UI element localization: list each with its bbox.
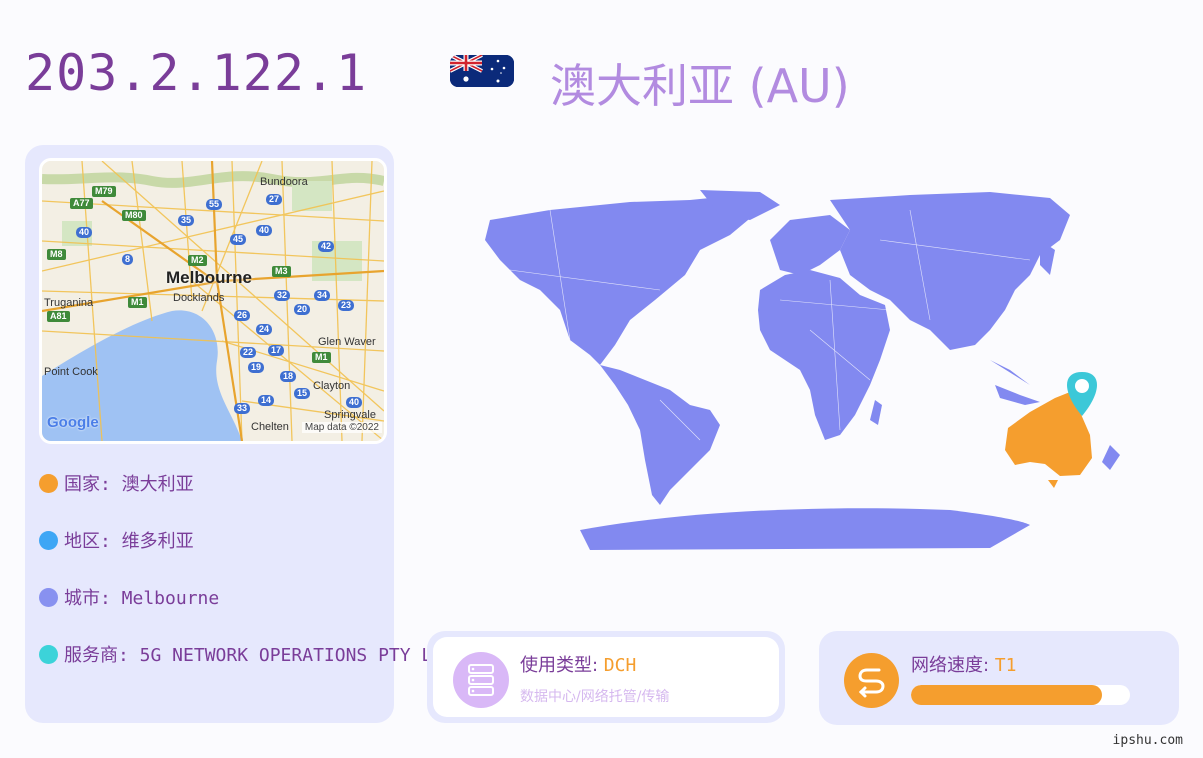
city-mini-map[interactable]: Melbourne Bundoora Docklands Truganina G… — [39, 158, 387, 444]
route-shield: M80 — [122, 210, 146, 221]
route-shield: M8 — [47, 249, 66, 260]
speed-icon — [844, 653, 899, 708]
route-shield: 40 — [346, 397, 363, 408]
route-shield: 34 — [314, 290, 331, 301]
network-speed-label: 网络速度: T1 — [911, 651, 1016, 677]
mini-map-place-docklands: Docklands — [173, 292, 225, 304]
mini-map-place-clayton: Clayton — [313, 380, 351, 392]
location-info-panel: Melbourne Bundoora Docklands Truganina G… — [25, 145, 454, 723]
info-city-text: 城市: Melbourne — [64, 588, 220, 609]
server-icon — [453, 652, 509, 708]
usage-type-description: 数据中心/网络托管/传输 — [520, 689, 670, 705]
route-shield: 40 — [76, 227, 93, 238]
route-shield: M3 — [272, 266, 291, 277]
world-map — [430, 180, 1160, 560]
route-shield: 22 — [240, 347, 257, 358]
site-watermark: ipshu.com — [1112, 733, 1183, 748]
route-shield: 20 — [294, 304, 311, 315]
info-region: 地区: 维多利亚 — [39, 527, 194, 553]
route-shield: M1 — [312, 352, 331, 363]
region-dot — [39, 531, 58, 550]
route-shield: 26 — [234, 310, 251, 321]
mini-map-place-bundoora: Bundoora — [260, 176, 308, 188]
mini-map-place-glen-waver: Glen Waver — [318, 336, 376, 348]
route-shield: 33 — [234, 403, 251, 414]
network-speed-title: 网络速度: — [911, 655, 995, 676]
route-shield: 18 — [280, 371, 297, 382]
route-shield: A81 — [47, 311, 70, 322]
info-country: 国家: 澳大利亚 — [39, 470, 194, 496]
network-speed-value: T1 — [994, 655, 1017, 676]
route-shield: A77 — [70, 198, 93, 209]
ip-address: 203.2.122.1 — [25, 44, 368, 102]
route-shield: 15 — [294, 388, 311, 399]
info-city: 城市: Melbourne — [39, 584, 219, 610]
info-country-text: 国家: 澳大利亚 — [64, 474, 194, 495]
route-shield: M79 — [92, 186, 116, 197]
mini-map-place-springvale: Springvale — [324, 409, 376, 421]
route-shield: 42 — [318, 241, 335, 252]
route-shield: M2 — [188, 255, 207, 266]
google-logo: Google — [47, 414, 99, 431]
country-dot — [39, 474, 58, 493]
country-title: 澳大利亚 (AU) — [550, 59, 850, 113]
network-speed-bar — [911, 685, 1130, 705]
usage-type-card: 使用类型: DCH 数据中心/网络托管/传输 — [427, 631, 785, 723]
map-attribution: Map data ©2022 — [301, 422, 382, 433]
route-shield: 17 — [268, 345, 285, 356]
mini-map-place-point-cook: Point Cook — [44, 366, 98, 378]
city-dot — [39, 588, 58, 607]
route-shield: 19 — [248, 362, 265, 373]
network-speed-card: 网络速度: T1 — [819, 631, 1179, 725]
usage-type-value: DCH — [603, 655, 637, 676]
route-shield: 45 — [230, 234, 247, 245]
route-shield: M1 — [128, 297, 147, 308]
info-region-text: 地区: 维多利亚 — [64, 531, 194, 552]
route-shield: 40 — [256, 225, 273, 236]
route-shield: 27 — [266, 194, 283, 205]
info-isp-text: 服务商: 5G NETWORK OPERATIONS PTY LTD — [64, 645, 454, 666]
route-shield: 32 — [274, 290, 291, 301]
mini-map-city-label: Melbourne — [166, 268, 252, 287]
route-shield: 14 — [258, 395, 275, 406]
info-isp: 服务商: 5G NETWORK OPERATIONS PTY LTD — [39, 641, 454, 667]
route-shield: 23 — [338, 300, 355, 311]
route-shield: 8 — [122, 254, 134, 265]
mini-map-place-truganina: Truganina — [44, 297, 94, 309]
route-shield: 35 — [178, 215, 195, 226]
isp-dot — [39, 645, 58, 664]
network-speed-bar-fill — [911, 685, 1102, 705]
route-shield: 24 — [256, 324, 273, 335]
route-shield: 55 — [206, 199, 223, 210]
mini-map-place-chelten: Chelten — [251, 421, 289, 433]
usage-type-label: 使用类型: DCH — [520, 651, 636, 677]
usage-type-title: 使用类型: — [520, 655, 604, 676]
australia-flag-icon — [450, 55, 514, 87]
